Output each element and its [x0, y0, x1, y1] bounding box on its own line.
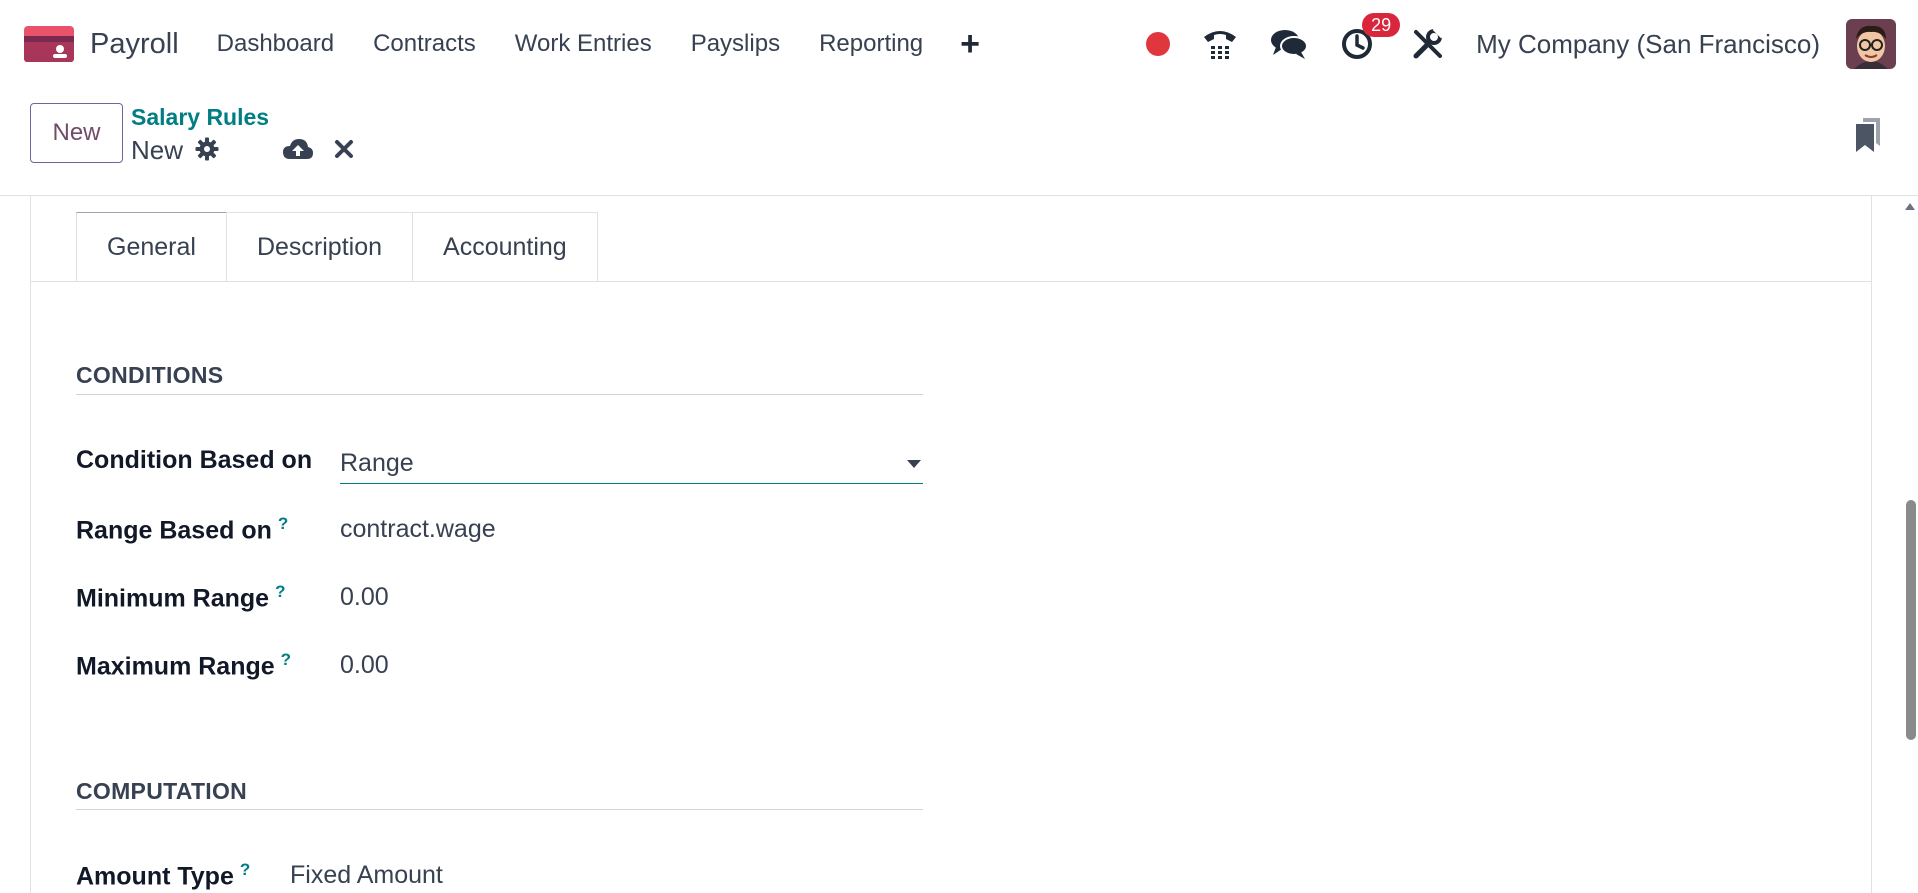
save-cloud-upload-icon[interactable]: [283, 138, 313, 160]
tab-general[interactable]: General: [76, 212, 227, 282]
help-tooltip-icon[interactable]: ?: [281, 650, 291, 669]
scroll-up-arrow-icon[interactable]: [1905, 203, 1915, 210]
range-based-on-field[interactable]: contract.wage: [340, 515, 496, 544]
chevron-down-icon[interactable]: [907, 460, 921, 468]
breadcrumb-salary-rules[interactable]: Salary Rules: [131, 104, 269, 131]
menu-payslips[interactable]: Payslips: [691, 30, 780, 58]
payroll-app-icon[interactable]: [24, 26, 74, 62]
user-avatar[interactable]: [1846, 19, 1896, 69]
control-panel: New Salary Rules New: [0, 88, 1918, 196]
debug-tools-icon[interactable]: [1412, 28, 1445, 60]
computation-divider: [76, 809, 923, 810]
app-name[interactable]: Payroll: [90, 28, 179, 61]
phone-icon[interactable]: [1202, 27, 1238, 61]
tab-description[interactable]: Description: [225, 212, 414, 282]
range-based-on-label: Range Based on?: [76, 514, 289, 545]
minimum-range-label: Minimum Range?: [76, 582, 286, 613]
company-switcher[interactable]: My Company (San Francisco): [1476, 29, 1820, 60]
maximum-range-field[interactable]: 0.00: [340, 651, 389, 680]
menu-dashboard[interactable]: Dashboard: [217, 30, 334, 58]
amount-type-label: Amount Type?: [76, 860, 251, 891]
record-icon[interactable]: [1146, 32, 1171, 56]
add-menu-button[interactable]: +: [960, 27, 980, 61]
conditions-section-title: CONDITIONS: [76, 362, 224, 388]
bookmark-icon[interactable]: [1856, 118, 1880, 152]
help-tooltip-icon[interactable]: ?: [278, 514, 288, 533]
conditions-divider: [76, 394, 923, 395]
gear-icon[interactable]: [195, 137, 219, 161]
maximum-range-label: Maximum Range?: [76, 650, 292, 681]
help-tooltip-icon[interactable]: ?: [275, 582, 285, 601]
amount-type-field[interactable]: Fixed Amount: [290, 861, 443, 890]
condition-based-on-label: Condition Based on: [76, 446, 313, 474]
tab-accounting[interactable]: Accounting: [412, 212, 598, 282]
new-record-button[interactable]: New: [30, 103, 123, 163]
menu-work-entries[interactable]: Work Entries: [515, 30, 652, 58]
form-sheet: General Description Accounting CONDITION…: [30, 196, 1872, 893]
notebook-tabs: General Description Accounting: [76, 212, 598, 282]
discard-close-icon[interactable]: [334, 139, 354, 159]
scrollbar-thumb[interactable]: [1906, 500, 1916, 740]
chat-icon[interactable]: [1270, 28, 1309, 60]
help-tooltip-icon[interactable]: ?: [240, 860, 250, 879]
nav-right: 29 My Company (San Francisco): [1146, 13, 1896, 72]
condition-based-on-select[interactable]: Range: [340, 446, 923, 484]
activity-count-badge: 29: [1362, 13, 1401, 37]
minimum-range-field[interactable]: 0.00: [340, 583, 389, 612]
breadcrumb-current: New: [131, 135, 184, 165]
condition-based-on-value: Range: [340, 449, 414, 477]
tab-divider: [31, 281, 1871, 282]
top-navbar: Payroll Dashboard Contracts Work Entries…: [0, 0, 1918, 88]
activity-clock-icon[interactable]: 29: [1340, 13, 1401, 61]
menu-reporting[interactable]: Reporting: [819, 30, 923, 58]
nav-left: Payroll Dashboard Contracts Work Entries…: [24, 20, 980, 68]
menu-contracts[interactable]: Contracts: [373, 30, 476, 58]
computation-section-title: COMPUTATION: [76, 778, 248, 804]
